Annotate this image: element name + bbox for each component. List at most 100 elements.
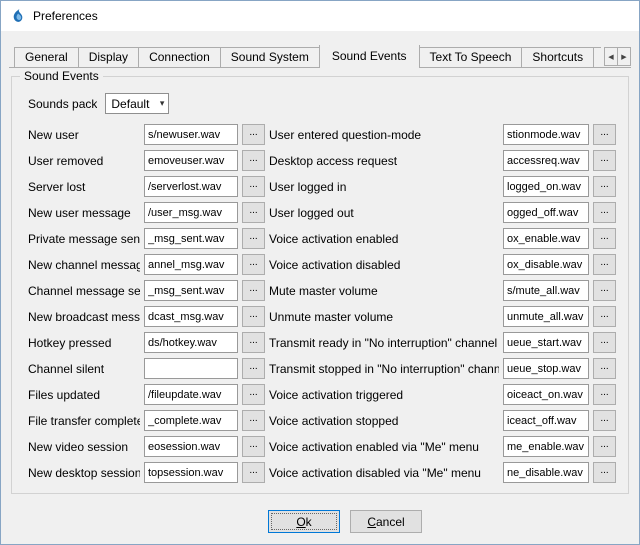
event-path-input[interactable] bbox=[144, 228, 238, 249]
event-label: Voice activation disabled bbox=[269, 258, 499, 272]
tab-shortcuts[interactable]: Shortcuts bbox=[521, 47, 594, 67]
tab-display[interactable]: Display bbox=[78, 47, 139, 67]
event-path-input[interactable] bbox=[503, 254, 589, 275]
sounds-pack-select[interactable]: Default ▾ bbox=[105, 93, 169, 114]
browse-button[interactable]: ... bbox=[242, 228, 265, 249]
event-path-input[interactable] bbox=[503, 384, 589, 405]
event-path-input[interactable] bbox=[503, 228, 589, 249]
event-path-input[interactable] bbox=[144, 202, 238, 223]
event-label: Channel message sent bbox=[28, 284, 140, 298]
event-path-input[interactable] bbox=[503, 410, 589, 431]
event-label: New channel message bbox=[28, 258, 140, 272]
browse-button[interactable]: ... bbox=[593, 124, 616, 145]
browse-button[interactable]: ... bbox=[242, 384, 265, 405]
event-label: User removed bbox=[28, 154, 140, 168]
chevron-down-icon: ▾ bbox=[160, 99, 165, 109]
browse-button[interactable]: ... bbox=[593, 176, 616, 197]
browse-button[interactable]: ... bbox=[593, 436, 616, 457]
event-label: New user bbox=[28, 128, 140, 142]
event-path-input[interactable] bbox=[503, 462, 589, 483]
event-path-input[interactable] bbox=[503, 332, 589, 353]
browse-button[interactable]: ... bbox=[593, 202, 616, 223]
browse-button[interactable]: ... bbox=[593, 384, 616, 405]
event-label: Unmute master volume bbox=[269, 310, 499, 324]
browse-button[interactable]: ... bbox=[242, 462, 265, 483]
event-path-input[interactable] bbox=[144, 332, 238, 353]
event-label: User logged out bbox=[269, 206, 499, 220]
browse-button[interactable]: ... bbox=[242, 332, 265, 353]
tab-text-to-speech[interactable]: Text To Speech bbox=[419, 47, 523, 67]
event-path-input[interactable] bbox=[144, 306, 238, 327]
tab-scroll-right-icon[interactable]: ▶ bbox=[617, 47, 631, 66]
browse-button[interactable]: ... bbox=[593, 150, 616, 171]
event-path-input[interactable] bbox=[503, 176, 589, 197]
preferences-window: Preferences General Display Connection S… bbox=[0, 0, 640, 545]
event-path-input[interactable] bbox=[144, 410, 238, 431]
browse-button[interactable]: ... bbox=[593, 228, 616, 249]
tab-video[interactable]: Video bbox=[593, 47, 601, 67]
browse-button[interactable]: ... bbox=[593, 410, 616, 431]
event-path-input[interactable] bbox=[144, 176, 238, 197]
ok-button[interactable]: Ok bbox=[268, 510, 340, 533]
event-path-input[interactable] bbox=[144, 384, 238, 405]
tab-scroll-left-icon[interactable]: ◀ bbox=[604, 47, 618, 66]
event-label: Voice activation enabled via "Me" menu bbox=[269, 440, 499, 454]
event-path-input[interactable] bbox=[503, 280, 589, 301]
event-path-input[interactable] bbox=[144, 462, 238, 483]
event-label: New broadcast message bbox=[28, 310, 140, 324]
event-label: New desktop session bbox=[28, 466, 140, 480]
browse-button[interactable]: ... bbox=[593, 280, 616, 301]
browse-button[interactable]: ... bbox=[593, 332, 616, 353]
sounds-pack-label: Sounds pack bbox=[28, 97, 97, 111]
event-label: Desktop access request bbox=[269, 154, 499, 168]
browse-button[interactable]: ... bbox=[593, 254, 616, 275]
event-label: Voice activation triggered bbox=[269, 388, 499, 402]
browse-button[interactable]: ... bbox=[242, 358, 265, 379]
sounds-pack-value: Default bbox=[111, 97, 149, 111]
event-label: Private message sent bbox=[28, 232, 140, 246]
event-label: Voice activation enabled bbox=[269, 232, 499, 246]
tab-general[interactable]: General bbox=[14, 47, 79, 67]
event-path-input[interactable] bbox=[144, 358, 238, 379]
browse-button[interactable]: ... bbox=[242, 254, 265, 275]
browse-button[interactable]: ... bbox=[242, 202, 265, 223]
event-label: Mute master volume bbox=[269, 284, 499, 298]
browse-button[interactable]: ... bbox=[242, 150, 265, 171]
tab-sound-system[interactable]: Sound System bbox=[220, 47, 320, 67]
title-bar: Preferences bbox=[1, 1, 639, 31]
event-label: Hotkey pressed bbox=[28, 336, 140, 350]
tab-sound-events[interactable]: Sound Events bbox=[319, 45, 420, 68]
event-path-input[interactable] bbox=[144, 124, 238, 145]
event-path-input[interactable] bbox=[144, 280, 238, 301]
browse-button[interactable]: ... bbox=[242, 124, 265, 145]
sounds-pack-row: Sounds pack Default ▾ bbox=[28, 93, 618, 114]
dialog-buttons: Ok Cancel bbox=[9, 504, 631, 544]
event-path-input[interactable] bbox=[503, 436, 589, 457]
tab-scroll-buttons: ◀ ▶ bbox=[603, 47, 631, 66]
browse-button[interactable]: ... bbox=[593, 358, 616, 379]
browse-button[interactable]: ... bbox=[593, 306, 616, 327]
event-label: Voice activation disabled via "Me" menu bbox=[269, 466, 499, 480]
event-path-input[interactable] bbox=[503, 150, 589, 171]
event-path-input[interactable] bbox=[144, 254, 238, 275]
cancel-button[interactable]: Cancel bbox=[350, 510, 422, 533]
event-path-input[interactable] bbox=[144, 150, 238, 171]
event-path-input[interactable] bbox=[503, 124, 589, 145]
browse-button[interactable]: ... bbox=[242, 436, 265, 457]
event-label: New user message bbox=[28, 206, 140, 220]
browse-button[interactable]: ... bbox=[242, 280, 265, 301]
event-path-input[interactable] bbox=[144, 436, 238, 457]
tab-connection[interactable]: Connection bbox=[138, 47, 221, 67]
sound-events-group: Sound Events Sounds pack Default ▾ New u… bbox=[11, 76, 629, 494]
event-path-input[interactable] bbox=[503, 202, 589, 223]
browse-button[interactable]: ... bbox=[242, 306, 265, 327]
event-label: Voice activation stopped bbox=[269, 414, 499, 428]
window-title: Preferences bbox=[33, 9, 98, 23]
browse-button[interactable]: ... bbox=[593, 462, 616, 483]
event-path-input[interactable] bbox=[503, 306, 589, 327]
browse-button[interactable]: ... bbox=[242, 176, 265, 197]
event-label: File transfer complete bbox=[28, 414, 140, 428]
app-icon bbox=[10, 8, 26, 24]
browse-button[interactable]: ... bbox=[242, 410, 265, 431]
event-path-input[interactable] bbox=[503, 358, 589, 379]
